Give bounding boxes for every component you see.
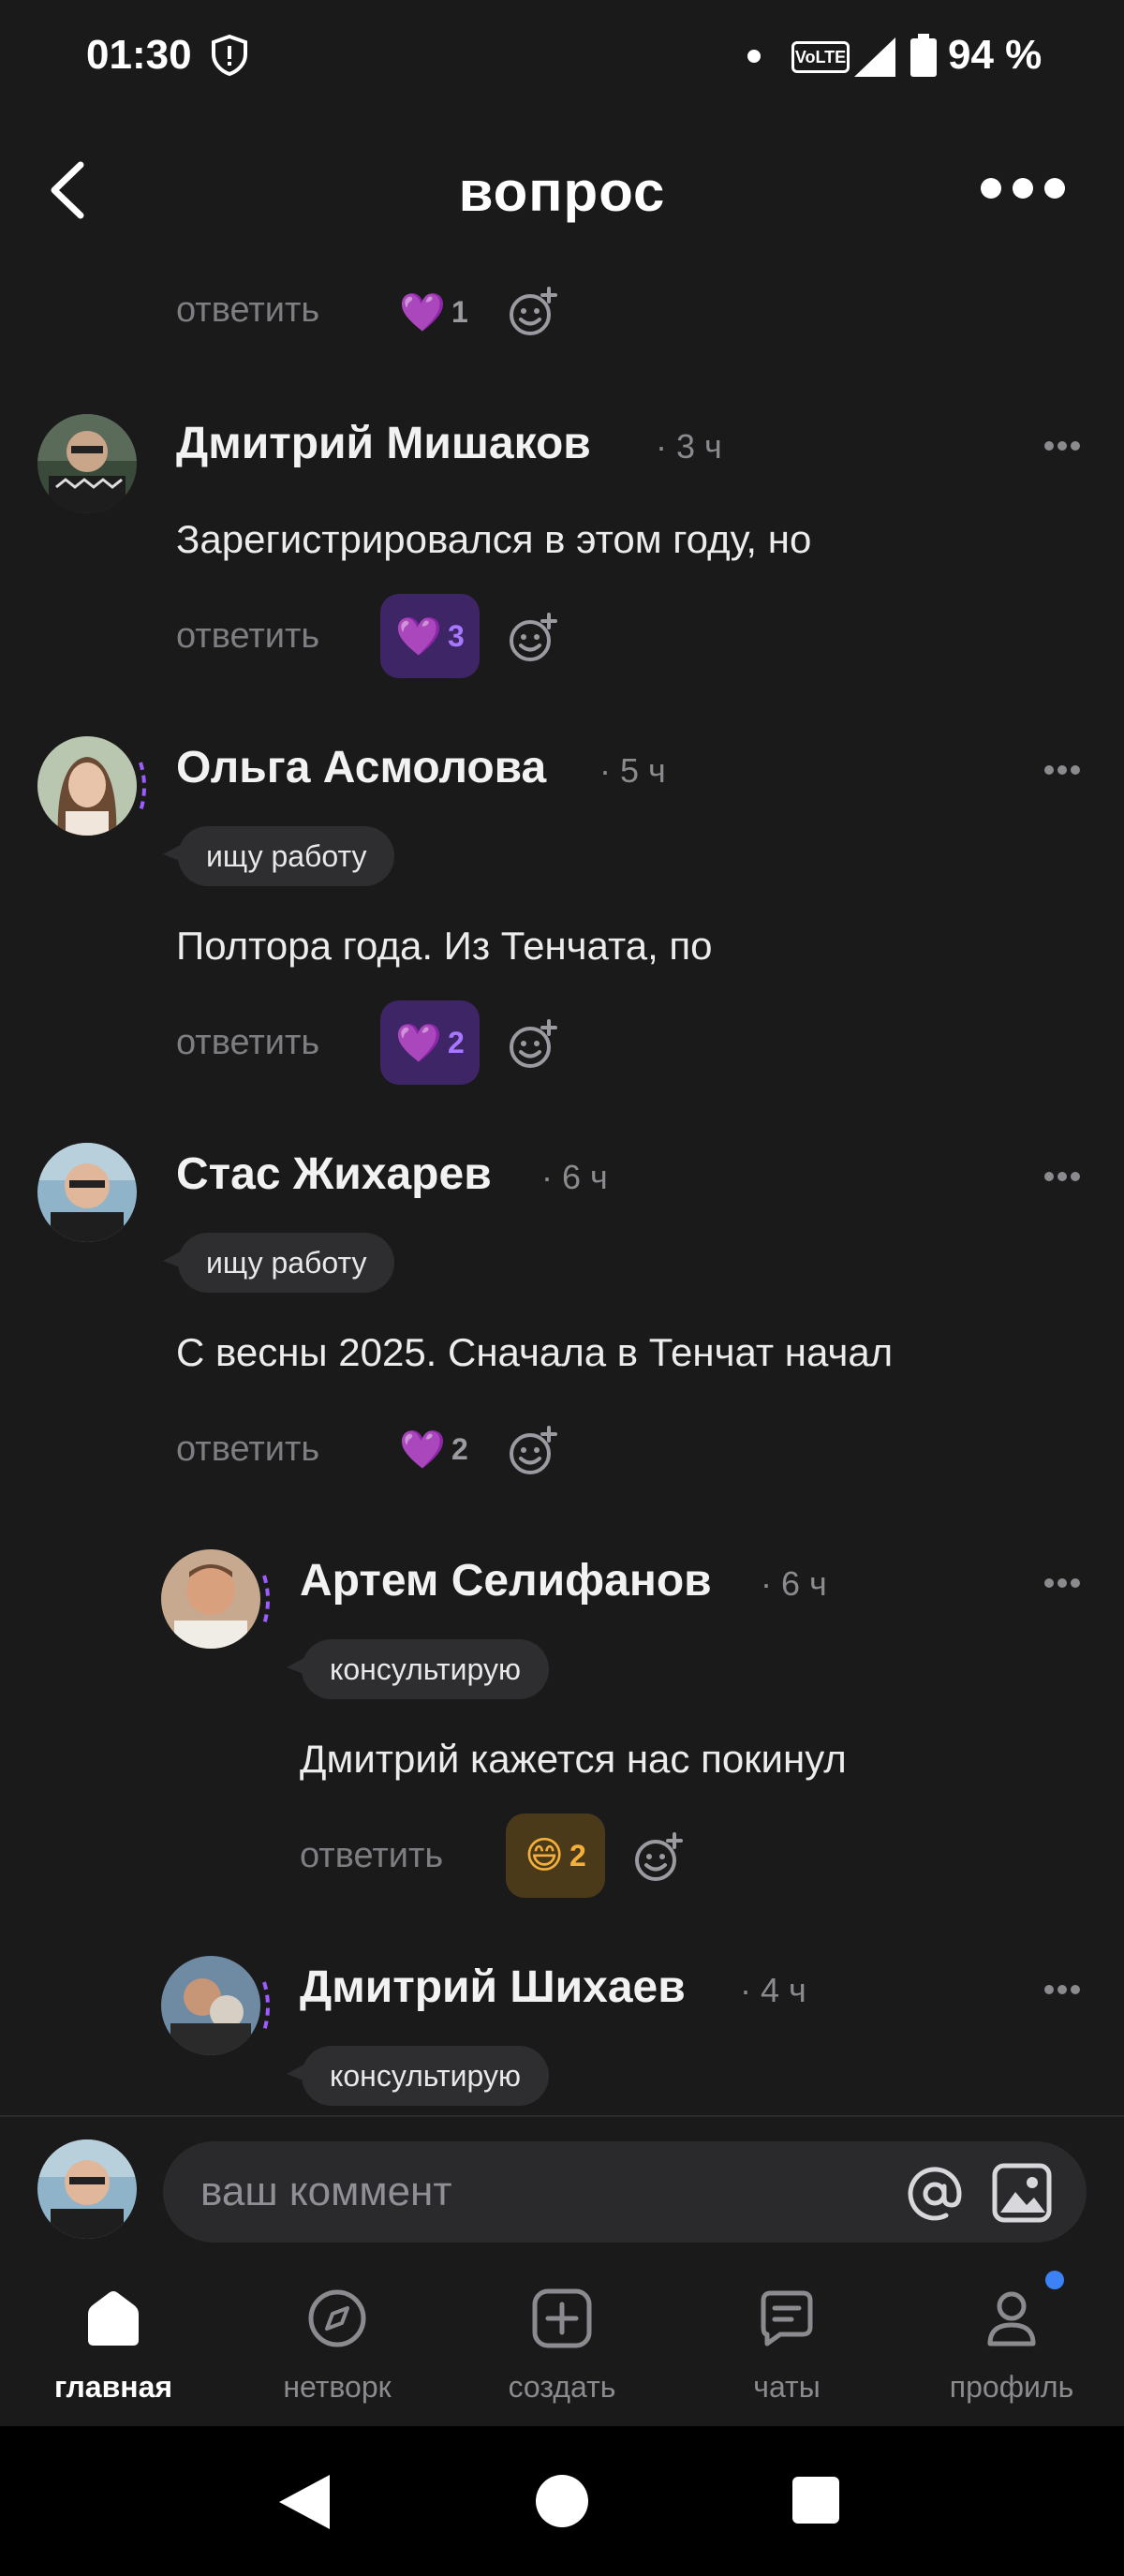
comment-time: · 4 ч (740, 1971, 806, 2009)
reply-button[interactable]: ответить (176, 1023, 319, 1063)
comment-author[interactable]: Артем Селифанов (300, 1555, 712, 1606)
comment-author[interactable]: Дмитрий Шихаев (300, 1962, 686, 2013)
home-icon (88, 2291, 139, 2346)
mention-icon[interactable] (905, 2164, 965, 2224)
reaction-count: 2 (448, 1025, 465, 1059)
system-home-icon[interactable] (536, 2475, 588, 2527)
plus-square-icon (532, 2288, 592, 2348)
comment-more-icon[interactable] (1043, 764, 1081, 776)
volte-badge: VoLTE (791, 41, 850, 73)
add-reaction-icon[interactable] (508, 613, 558, 663)
nav-label: создать (508, 2370, 616, 2404)
bottom-nav: главная нетворк создать чаты профиль (0, 2267, 1124, 2435)
page-title: вопрос (458, 160, 666, 223)
system-nav-bar (0, 2426, 1124, 2576)
avatar[interactable] (161, 1956, 260, 2055)
status-tag: ищу работу (178, 826, 395, 886)
status-time: 01:30 (86, 32, 192, 78)
add-reaction-icon[interactable] (508, 1019, 558, 1070)
nav-item-chats[interactable]: чаты (674, 2267, 899, 2435)
avatar[interactable] (37, 414, 137, 513)
system-back-icon[interactable] (279, 2475, 330, 2529)
signal-icon (854, 37, 895, 77)
story-ring-icon (262, 1575, 270, 1625)
heart-reaction-button[interactable]: 💜 3 (380, 594, 480, 678)
reply-button[interactable]: ответить (300, 1836, 443, 1876)
nav-item-profile[interactable]: профиль (899, 2267, 1124, 2435)
reaction-count: 2 (451, 1431, 468, 1466)
chat-icon (761, 2290, 813, 2347)
status-tag: консультирую (302, 2046, 549, 2106)
reply-button[interactable]: ответить (176, 616, 319, 657)
comment-more-icon[interactable] (1043, 440, 1081, 452)
comment-text: С весны 2025. Сначала в Тенчат начал (176, 1330, 894, 1374)
purple-heart-icon: 💜 (395, 1022, 442, 1064)
purple-heart-icon: 💜 (399, 1429, 446, 1471)
comment-more-icon[interactable] (1043, 1171, 1081, 1182)
nav-label: главная (53, 2370, 173, 2404)
laugh-reaction-button[interactable]: 😄 2 (506, 1814, 605, 1898)
comment-time: · 3 ч (656, 427, 722, 466)
avatar[interactable] (161, 1549, 260, 1649)
reaction-count: 1 (451, 294, 468, 329)
reaction-count: 3 (448, 618, 465, 653)
user-avatar (37, 2139, 137, 2239)
status-tag: консультирую (302, 1639, 549, 1699)
purple-heart-icon: 💜 (395, 615, 442, 658)
profile-icon (987, 2291, 1036, 2347)
image-attach-icon[interactable] (991, 2162, 1053, 2224)
notification-badge (1045, 2271, 1064, 2289)
header: вопрос (0, 131, 1124, 244)
battery-icon (910, 34, 937, 77)
grinning-face-icon: 😄 (525, 1835, 564, 1876)
nav-item-network[interactable]: нетворк (225, 2267, 450, 2435)
reaction-count: 2 (569, 1838, 586, 1873)
compass-icon (308, 2289, 366, 2347)
heart-reaction-button[interactable]: 💜 1 (392, 270, 476, 354)
story-ring-icon (139, 762, 146, 812)
comment-author[interactable]: Дмитрий Мишаков (176, 418, 591, 469)
add-reaction-icon[interactable] (508, 1426, 558, 1476)
purple-heart-icon: 💜 (399, 291, 446, 333)
status-tag: ищу работу (178, 1233, 395, 1293)
nav-item-home[interactable]: главная (1, 2267, 226, 2435)
story-ring-icon (262, 1981, 270, 2032)
nav-label: нетворк (283, 2370, 392, 2404)
comment-text: Полтора года. Из Тенчата, по (176, 924, 713, 968)
more-options-icon[interactable] (980, 174, 1066, 202)
reply-button[interactable]: ответить (176, 290, 319, 331)
comment-author[interactable]: Стас Жихарев (176, 1148, 492, 1200)
comment-time: · 5 ч (599, 751, 666, 790)
battery-percentage: 94 % (948, 32, 1043, 78)
add-reaction-icon[interactable] (633, 1832, 684, 1883)
comment-more-icon[interactable] (1043, 1984, 1081, 1995)
reply-button[interactable]: ответить (176, 1429, 319, 1470)
system-recents-icon[interactable] (792, 2477, 839, 2524)
nav-item-create[interactable]: создать (450, 2267, 674, 2435)
comment-time: · 6 ч (541, 1158, 608, 1196)
heart-reaction-button[interactable]: 💜 2 (380, 1000, 480, 1085)
notification-dot-icon (747, 50, 761, 63)
nav-label: чаты (753, 2370, 821, 2404)
add-reaction-icon[interactable] (508, 287, 558, 337)
comment-input-bar (0, 2115, 1124, 2243)
comment-text: Зарегистрировался в этом году, но (176, 517, 812, 561)
avatar[interactable] (37, 1143, 137, 1242)
shield-icon (212, 34, 247, 77)
status-bar: 01:30 VoLTE 94 % (0, 0, 1124, 112)
comment-time: · 6 ч (761, 1564, 827, 1603)
heart-reaction-button[interactable]: 💜 2 (392, 1407, 476, 1491)
nav-label: профиль (949, 2370, 1074, 2404)
comment-text: Дмитрий кажется нас покинул (300, 1737, 847, 1781)
comment-author[interactable]: Ольга Асмолова (176, 742, 546, 793)
comment-more-icon[interactable] (1043, 1577, 1081, 1589)
avatar[interactable] (37, 736, 137, 836)
